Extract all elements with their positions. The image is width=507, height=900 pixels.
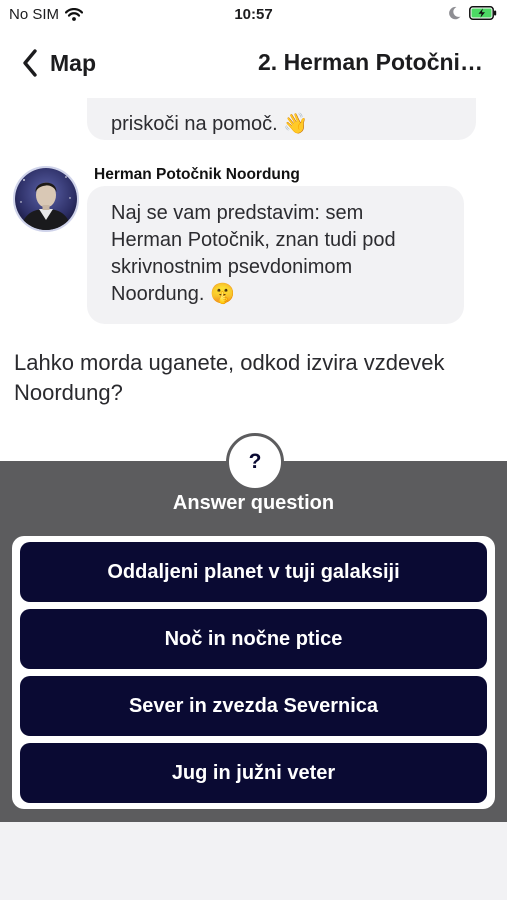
message-line: Naj se vam predstavim: sem bbox=[111, 202, 364, 224]
back-label: Map bbox=[50, 49, 96, 76]
status-right bbox=[448, 6, 497, 20]
answer-heading: Answer question bbox=[172, 492, 335, 514]
question-text: Lahko morda uganete, odkod izvira vzdeve… bbox=[14, 350, 445, 405]
back-button[interactable]: Map bbox=[22, 46, 96, 80]
chat-area[interactable]: priskoči na pomoč. 👋 Herman Potočnik Noo… bbox=[0, 98, 507, 461]
message-bubble-intro: Naj se vam predstavim: sem Herman Potočn… bbox=[87, 186, 464, 324]
message-bubble-previous: priskoči na pomoč. 👋 bbox=[87, 98, 476, 140]
sender-name: Herman Potočnik Noordung bbox=[94, 166, 300, 183]
status-time: 10:57 bbox=[234, 6, 273, 23]
bottom-area bbox=[0, 822, 507, 900]
answer-option-2[interactable]: Noč in nočne ptice bbox=[20, 609, 487, 669]
moon-icon bbox=[449, 6, 461, 20]
message-line: Noordung. 🤫 bbox=[111, 283, 235, 305]
answer-options: Oddaljeni planet v tuji galaksiji Noč in… bbox=[12, 536, 495, 809]
chevron-left-icon bbox=[23, 49, 37, 77]
status-bar: No SIM 10:57 bbox=[0, 0, 507, 28]
message-text: priskoči na pomoč. 👋 bbox=[111, 113, 309, 135]
message-line: Herman Potočnik, znan tudi pod bbox=[111, 229, 396, 251]
answer-option-4[interactable]: Jug in južni veter bbox=[20, 743, 487, 803]
answer-option-1[interactable]: Oddaljeni planet v tuji galaksiji bbox=[20, 542, 487, 602]
question-mark-icon: ? bbox=[226, 433, 284, 491]
message-line: skrivnostnim psevdonimom bbox=[111, 256, 353, 278]
battery-charging-icon bbox=[469, 6, 497, 20]
answer-option-3[interactable]: Sever in zvezda Severnica bbox=[20, 676, 487, 736]
avatar bbox=[13, 166, 79, 232]
nav-bar: Map 2. Herman Potočnik Noordung bbox=[0, 28, 507, 98]
page-title: 2. Herman Potočnik Noordung bbox=[258, 49, 490, 75]
